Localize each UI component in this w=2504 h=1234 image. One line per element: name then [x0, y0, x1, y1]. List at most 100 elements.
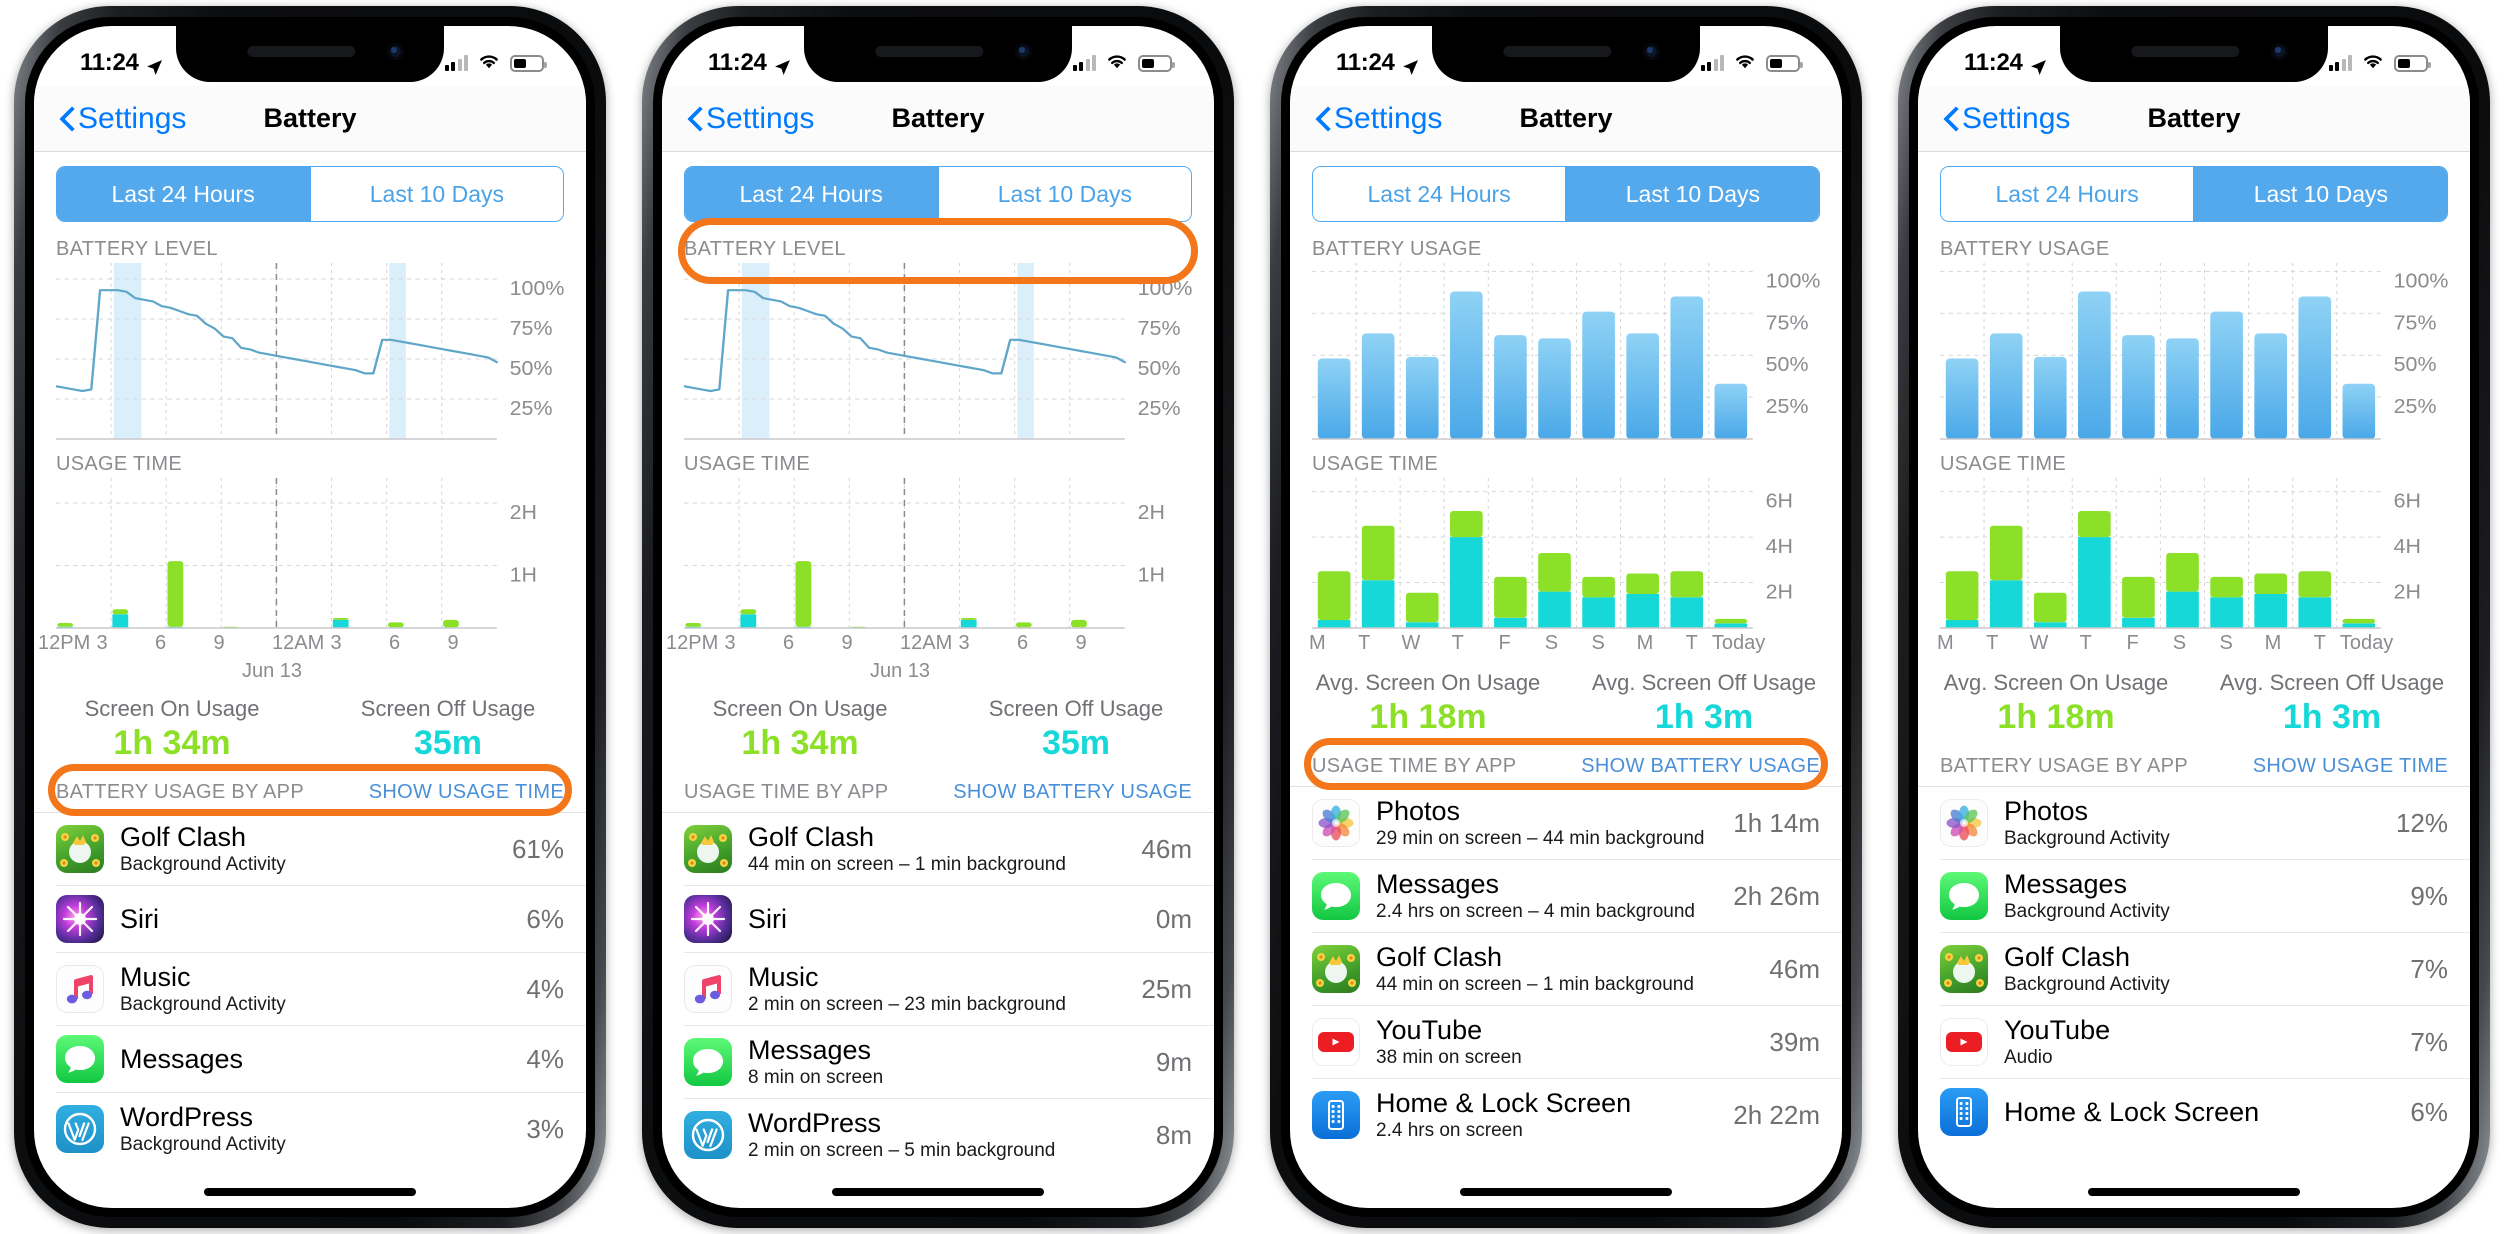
toggle-usage-mode-link[interactable]: SHOW USAGE TIME: [2253, 755, 2448, 778]
svg-text:75%: 75%: [2394, 312, 2437, 334]
time-range-segmented-control[interactable]: Last 24 Hours Last 10 Days: [1940, 166, 2448, 222]
segment-last-10-days[interactable]: Last 10 Days: [310, 167, 563, 221]
app-usage-row[interactable]: Messages 8 min on screen 9m: [684, 1025, 1214, 1098]
app-usage-value: 39m: [1769, 1026, 1820, 1057]
summary-title: Avg. Screen Off Usage: [1591, 670, 1817, 695]
segment-last-24-hours[interactable]: Last 24 Hours: [685, 167, 938, 221]
back-button[interactable]: Settings: [1316, 102, 1442, 136]
segment-last-24-hours[interactable]: Last 24 Hours: [57, 167, 310, 221]
chart-top-section-label: BATTERY USAGE: [1940, 238, 2110, 260]
wifi-icon: [477, 52, 501, 75]
app-list-header: BATTERY USAGE BY APP SHOW USAGE TIME: [34, 771, 586, 813]
device-screen: 11:24 Settings Battery Last 24 Hours Last 10…: [1290, 26, 1842, 1208]
svg-text:100%: 100%: [1138, 278, 1193, 300]
toggle-usage-mode-link[interactable]: SHOW BATTERY USAGE: [1581, 755, 1820, 778]
app-name: Siri: [748, 903, 787, 934]
home-indicator[interactable]: [1460, 1188, 1672, 1196]
segmented-control-wrapper: Last 24 Hours Last 10 Days: [1290, 152, 1842, 232]
x-axis-date-note: Jun 13: [869, 660, 931, 682]
toggle-usage-mode-link[interactable]: SHOW USAGE TIME: [369, 781, 564, 804]
summary-value: 35m: [1041, 724, 1111, 762]
back-button[interactable]: Settings: [60, 102, 186, 136]
app-usage-row[interactable]: Music 2 min on screen – 23 min background…: [684, 952, 1214, 1025]
app-usage-row[interactable]: Golf Clash Background Activity 7%: [1940, 932, 2470, 1005]
device-bezel: 11:24 Settings Battery Last 24 Hours Last 10…: [1909, 17, 2479, 1217]
app-usage-row[interactable]: Golf Clash 44 min on screen – 1 min backg…: [662, 813, 1214, 885]
svg-text:2H: 2H: [2394, 581, 2421, 603]
status-bar-left: 11:24: [1964, 49, 2047, 77]
app-subtitle: 2.4 hrs on screen – 4 min background: [1376, 901, 1695, 923]
svg-text:75%: 75%: [1138, 318, 1181, 340]
page-title: Battery: [2147, 103, 2241, 133]
app-usage-row[interactable]: Golf Clash 44 min on screen – 1 min backg…: [1312, 932, 1842, 1005]
x-axis-tick: F: [2126, 632, 2139, 654]
battery-icon: [2394, 54, 2431, 72]
app-usage-row[interactable]: Messages 2.4 hrs on screen – 4 min backgr…: [1312, 859, 1842, 932]
time-range-segmented-control[interactable]: Last 24 Hours Last 10 Days: [684, 166, 1192, 222]
location-arrow-icon: [146, 55, 163, 75]
app-usage-row[interactable]: YouTube 38 min on screen 39m: [1312, 1005, 1842, 1078]
segment-last-10-days[interactable]: Last 10 Days: [2194, 167, 2447, 221]
app-usage-row[interactable]: Golf Clash Background Activity 61%: [34, 813, 586, 885]
x-axis-tick: S: [2172, 632, 2187, 654]
app-name: Music: [748, 962, 819, 993]
app-usage-row[interactable]: Music Background Activity 4%: [56, 952, 586, 1025]
x-axis-tick: 9: [1075, 632, 1087, 654]
usage-time-bar-chart: 1H 2H: [56, 478, 576, 636]
segment-last-24-hours[interactable]: Last 24 Hours: [1313, 167, 1566, 221]
usage-summary: Avg. Screen On Usage 1h 18m Avg. Screen Of…: [1918, 658, 2470, 745]
usage-summary: Avg. Screen On Usage 1h 18m Avg. Screen Of…: [1290, 658, 1842, 745]
back-button[interactable]: Settings: [688, 102, 814, 136]
status-bar-left: 11:24: [1336, 49, 1419, 77]
svg-text:25%: 25%: [2394, 396, 2437, 418]
iphone-frame-1: 11:24 Settings Battery Last 24 Hours Last 10…: [14, 6, 606, 1228]
app-usage-row[interactable]: Photos 29 min on screen – 44 min backgrou…: [1290, 787, 1842, 859]
app-subtitle: 44 min on screen – 1 min background: [1376, 974, 1694, 996]
app-usage-row[interactable]: Home & Lock Screen 6%: [1940, 1078, 2470, 1145]
chart-x-axis: M T W T F S S M T Today: [1918, 632, 2470, 658]
app-row-text: Messages 2.4 hrs on screen – 4 min backgr…: [1376, 869, 1709, 923]
x-axis-tick: S: [2219, 632, 2233, 654]
svg-text:25%: 25%: [1766, 396, 1809, 418]
status-bar-right: [444, 52, 547, 75]
home-indicator[interactable]: [2088, 1188, 2300, 1196]
app-usage-row[interactable]: Messages Background Activity 9%: [1940, 859, 2470, 932]
app-row-text: YouTube 38 min on screen: [1376, 1015, 1745, 1069]
golf-clash-icon: [1312, 945, 1360, 994]
notch: [2060, 26, 2328, 82]
earpiece-speaker: [875, 46, 984, 57]
segment-last-10-days[interactable]: Last 10 Days: [938, 167, 1191, 221]
x-axis-tick: M: [2264, 632, 2282, 654]
page-title: Battery: [891, 103, 985, 133]
home-indicator[interactable]: [204, 1188, 416, 1196]
app-row-text: Music Background Activity: [120, 962, 502, 1016]
app-usage-row[interactable]: YouTube Audio 7%: [1940, 1005, 2470, 1078]
x-axis-tick: 12AM: [899, 632, 953, 654]
app-usage-value: 2h 26m: [1733, 880, 1820, 911]
app-subtitle: Audio: [2004, 1047, 2053, 1069]
app-usage-row[interactable]: Home & Lock Screen 2.4 hrs on screen 2h 22…: [1312, 1078, 1842, 1151]
time-range-segmented-control[interactable]: Last 24 Hours Last 10 Days: [1312, 166, 1820, 222]
app-usage-row[interactable]: Siri 0m: [684, 885, 1214, 952]
time-range-segmented-control[interactable]: Last 24 Hours Last 10 Days: [56, 166, 564, 222]
notch: [1432, 26, 1700, 82]
app-usage-row[interactable]: WordPress Background Activity 3%: [56, 1092, 586, 1165]
toggle-usage-mode-link[interactable]: SHOW BATTERY USAGE: [953, 781, 1192, 804]
svg-text:75%: 75%: [510, 318, 553, 340]
usage-time-bar-chart: 1H 2H: [684, 478, 1204, 636]
battery-icon: [1766, 54, 1803, 72]
wifi-icon: [1105, 52, 1129, 75]
app-usage-row[interactable]: WordPress 2 min on screen – 5 min backgro…: [684, 1098, 1214, 1171]
app-usage-value: 0m: [1155, 903, 1192, 934]
svg-text:2H: 2H: [1138, 502, 1165, 524]
app-usage-row[interactable]: Siri 6%: [56, 885, 586, 952]
app-usage-row[interactable]: Messages 4%: [56, 1025, 586, 1092]
back-button[interactable]: Settings: [1944, 102, 2070, 136]
wordpress-icon: [684, 1111, 732, 1160]
app-row-content: Photos 29 min on screen – 44 min backgrou…: [1312, 796, 1709, 850]
segment-last-10-days[interactable]: Last 10 Days: [1566, 167, 1819, 221]
app-usage-row[interactable]: Photos Background Activity 12%: [1918, 787, 2470, 859]
segment-last-24-hours[interactable]: Last 24 Hours: [1941, 167, 2194, 221]
home-indicator[interactable]: [832, 1188, 1044, 1196]
svg-text:6H: 6H: [2394, 490, 2421, 512]
